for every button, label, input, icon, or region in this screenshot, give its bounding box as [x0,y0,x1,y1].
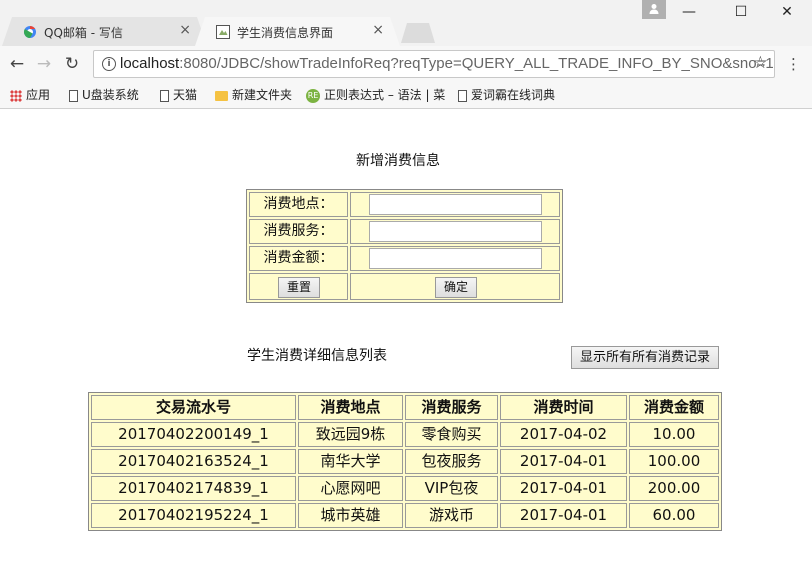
bookmark-star-icon[interactable]: ☆ [753,53,768,73]
tab-strip: QQ邮箱 - 写信 × 学生消费信息界面 × — ☐ ✕ [0,0,812,46]
regex-site-icon: RE [306,88,320,103]
location-cell [350,192,560,217]
window-close-icon[interactable]: ✕ [772,4,802,20]
reload-icon[interactable]: ↻ [63,55,81,73]
submit-cell: 确定 [350,273,560,300]
table-cell-trade-no: 20170402163524_1 [91,449,296,474]
apps-grid-icon [10,89,22,102]
tab-close-icon[interactable]: × [372,22,384,38]
qq-mail-favicon-icon [23,25,37,39]
amount-cell [350,246,560,271]
column-header-location: 消费地点 [298,395,403,420]
add-consumption-form: 消费地点： 消费服务： 消费金额： 重置 确定 [246,189,563,303]
table-cell-amount: 60.00 [629,503,719,528]
forward-icon[interactable]: → [35,55,53,73]
table-cell-service: VIP包夜 [405,476,498,501]
reset-button[interactable]: 重置 [278,277,320,298]
page-icon [458,89,467,102]
column-header-trade-no: 交易流水号 [91,395,296,420]
add-form-heading: 新增消费信息 [356,153,440,169]
service-input[interactable] [369,221,542,242]
column-header-time: 消费时间 [500,395,627,420]
table-cell-service: 包夜服务 [405,449,498,474]
bookmark-item[interactable]: RE 正则表达式 – 语法 | 菜 [306,86,445,103]
bookmark-item[interactable]: 爱词霸在线词典 [458,86,555,103]
bookmarks-bar: 应用 U盘装系统 天猫 新建文件夹 RE 正则表达式 – 语法 | 菜 爱词霸在线… [0,82,812,109]
url-text: localhost:8080/JDBC/showTradeInfoReq?req… [120,55,774,72]
tab-title: QQ邮箱 - 写信 [44,26,123,40]
bookmark-apps[interactable]: 应用 [10,86,50,103]
table-cell-service: 游戏币 [405,503,498,528]
page-icon [160,89,169,102]
page-favicon-icon [216,25,230,39]
tab-close-icon[interactable]: × [179,22,191,38]
table-cell-amount: 100.00 [629,449,719,474]
amount-input[interactable] [369,248,542,269]
column-header-service: 消费服务 [405,395,498,420]
browser-menu-icon[interactable]: ⋮ [786,55,801,73]
bookmark-item[interactable]: 天猫 [160,86,197,103]
bookmark-folder[interactable]: 新建文件夹 [215,86,292,103]
back-icon[interactable]: ← [8,55,26,73]
table-cell-trade-no: 20170402174839_1 [91,476,296,501]
profile-icon[interactable] [642,0,666,19]
list-heading: 学生消费详细信息列表 [247,348,387,364]
tab-qq-mail[interactable]: QQ邮箱 - 写信 × [2,17,207,46]
reset-cell: 重置 [249,273,348,300]
table-cell-time: 2017-04-01 [500,503,627,528]
new-tab-button[interactable] [401,23,435,43]
browser-toolbar: ← → ↻ i localhost:8080/JDBC/showTradeInf… [0,46,812,82]
show-all-records-button[interactable]: 显示所有所有消费记录 [571,346,719,369]
folder-icon [215,90,228,101]
column-header-amount: 消费金额 [629,395,719,420]
table-cell-location: 致远园9栋 [298,422,403,447]
service-cell [350,219,560,244]
table-cell-location: 心愿网吧 [298,476,403,501]
maximize-icon[interactable]: ☐ [726,4,756,20]
tab-student-consumption[interactable]: 学生消费信息界面 × [195,17,400,46]
location-label: 消费地点： [249,192,348,217]
table-cell-location: 城市英雄 [298,503,403,528]
page-icon [69,89,78,102]
tab-title: 学生消费信息界面 [237,26,334,40]
submit-button[interactable]: 确定 [435,277,477,298]
table-cell-service: 零食购买 [405,422,498,447]
table-cell-time: 2017-04-01 [500,476,627,501]
table-cell-time: 2017-04-01 [500,449,627,474]
service-label: 消费服务： [249,219,348,244]
table-cell-trade-no: 20170402195224_1 [91,503,296,528]
table-cell-time: 2017-04-02 [500,422,627,447]
site-info-icon[interactable]: i [102,57,116,71]
table-cell-location: 南华大学 [298,449,403,474]
minimize-icon[interactable]: — [674,4,704,20]
location-input[interactable] [369,194,542,215]
consumption-list-table: 交易流水号 消费地点 消费服务 消费时间 消费金额 20170402200149_1 致远园… [88,392,722,531]
address-bar[interactable]: i localhost:8080/JDBC/showTradeInfoReq?r… [93,50,775,78]
table-cell-trade-no: 20170402200149_1 [91,422,296,447]
table-cell-amount: 10.00 [629,422,719,447]
amount-label: 消费金额： [249,246,348,271]
bookmark-item[interactable]: U盘装系统 [69,86,139,103]
table-cell-amount: 200.00 [629,476,719,501]
